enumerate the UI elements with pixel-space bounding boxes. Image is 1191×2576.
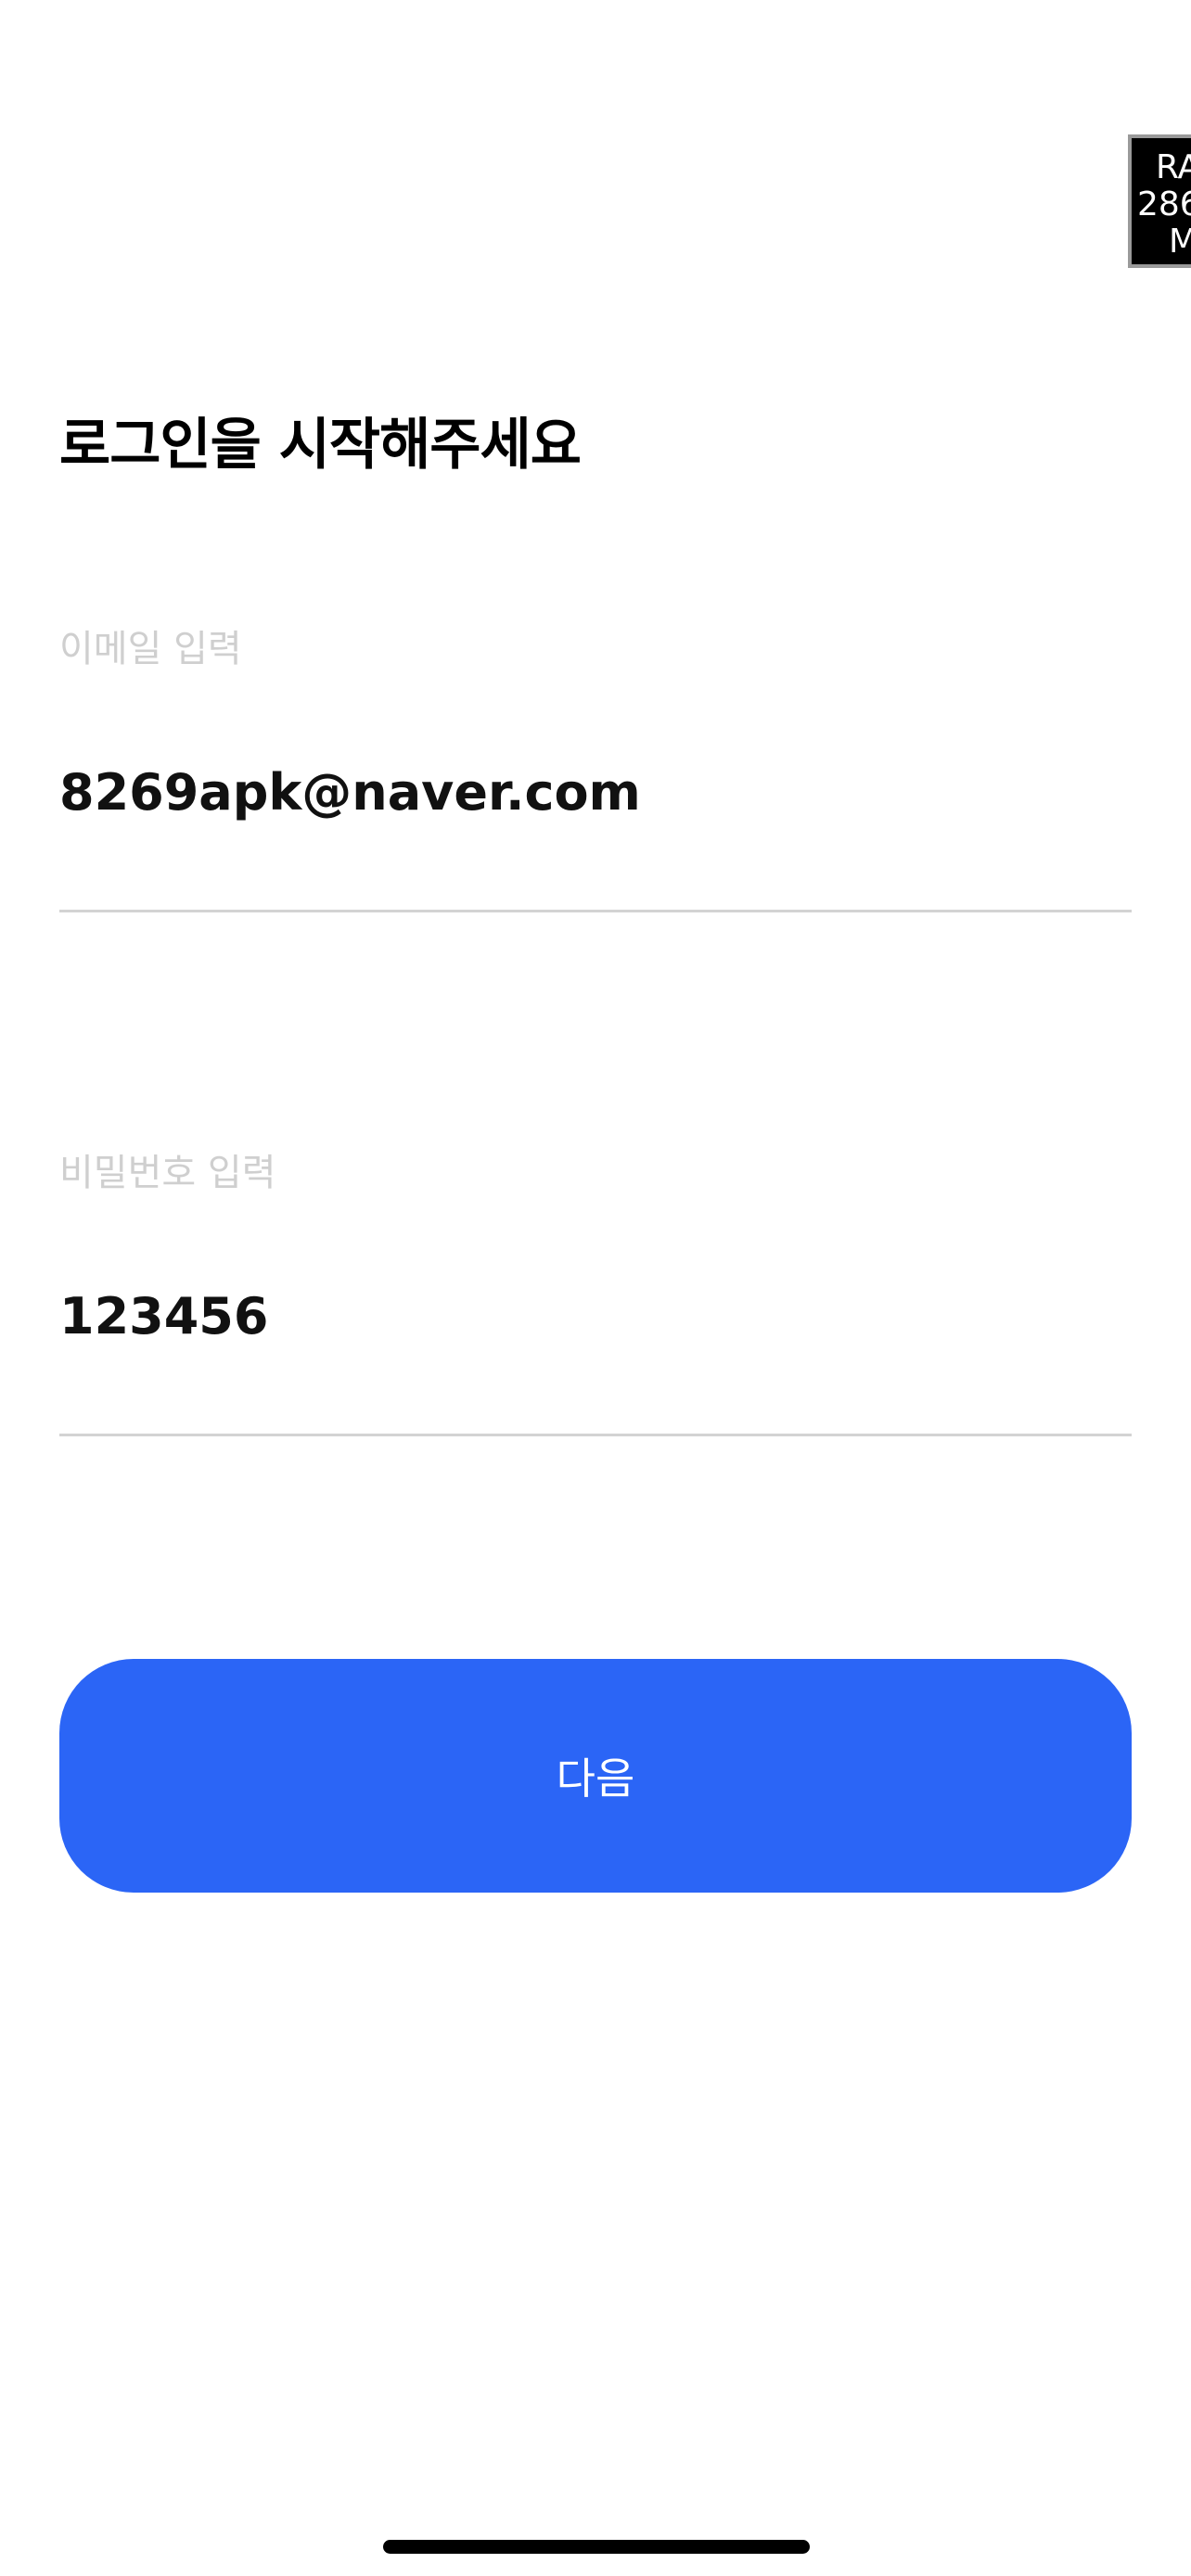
password-input[interactable] — [59, 1280, 1132, 1354]
email-underline — [59, 910, 1132, 912]
email-field-label: 이메일 입력 — [59, 628, 242, 670]
email-field: 이메일 입력 — [59, 626, 1132, 913]
email-input[interactable] — [59, 756, 1132, 830]
page-title: 로그인을 시작해주세요 — [59, 413, 582, 478]
ram-badge-line3: M — [1132, 223, 1191, 261]
home-indicator[interactable] — [383, 2540, 810, 2554]
ram-badge-line1: RA — [1156, 148, 1191, 186]
password-underline — [59, 1434, 1132, 1436]
ram-badge-line2: 286 — [1137, 185, 1191, 223]
next-button[interactable]: 다음 — [59, 1659, 1132, 1893]
ram-usage-badge: RA 286 M — [1128, 134, 1191, 268]
password-field-label: 비밀번호 입력 — [59, 1152, 276, 1194]
password-field: 비밀번호 입력 — [59, 1150, 1132, 1437]
